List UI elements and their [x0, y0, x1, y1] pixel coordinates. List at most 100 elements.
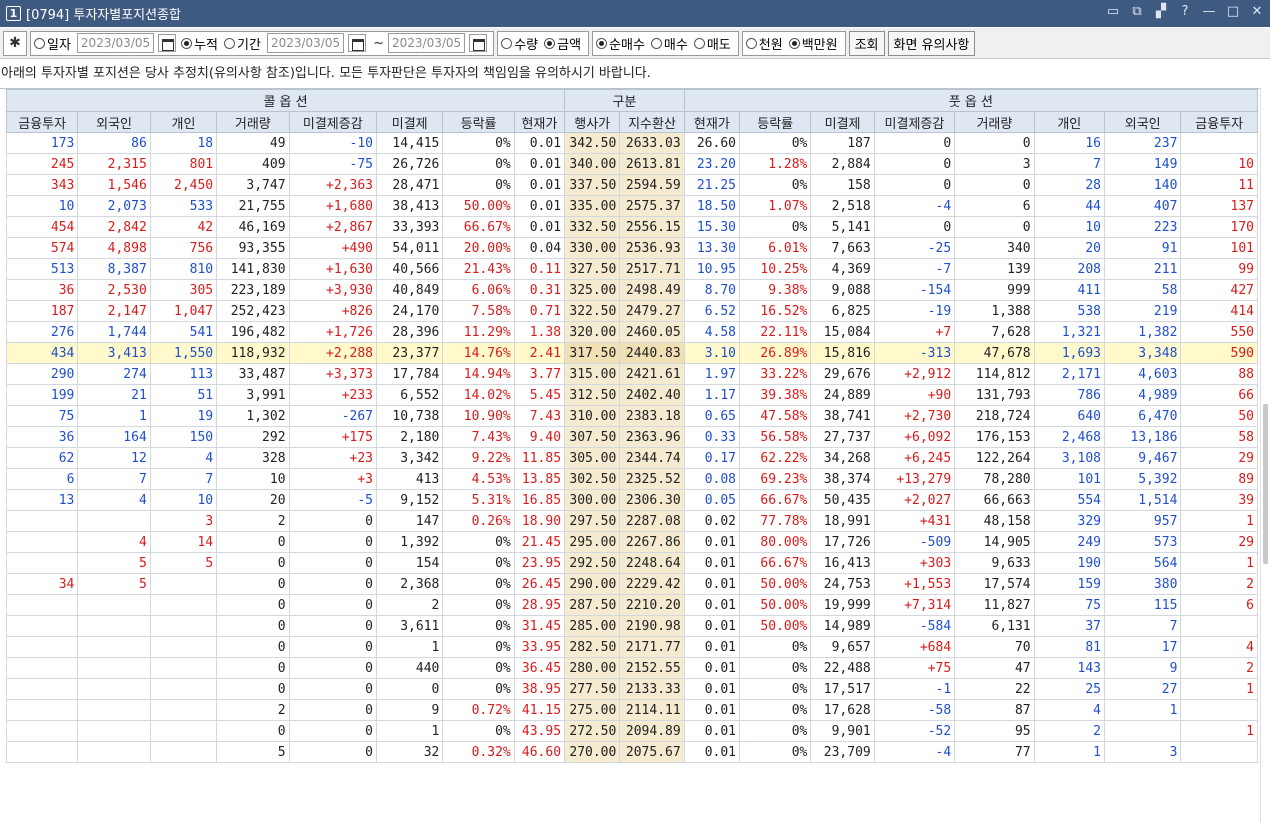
column-header[interactable]: 등락률: [442, 111, 515, 133]
table-row[interactable]: 0 0 2 0% 28.95 287.50 2210.20 0.01 50.00% 19,999 +…: [5, 594, 1258, 616]
radio-net-buy[interactable]: 순매수: [596, 34, 645, 53]
column-header[interactable]: 금융투자: [5, 111, 79, 133]
table-row[interactable]: 0 0 1 0% 43.95 272.50 2094.89 0.01 0% 9,901 -52 95 2…: [5, 720, 1258, 742]
column-header[interactable]: 현재가: [683, 111, 741, 133]
table-cell: -313: [873, 342, 956, 364]
column-header[interactable]: 금융투자: [1180, 111, 1258, 133]
radio-thousand-won[interactable]: 천원: [745, 34, 783, 53]
table-row[interactable]: 62 12 4 328 +23 3,342 9.22% 11.85 305.00 2344.74 0…: [5, 447, 1258, 469]
column-header[interactable]: 거래량: [216, 111, 290, 133]
table-row[interactable]: 10 2,073 533 21,755 +1,680 38,413 50.00% 0.01 33…: [5, 195, 1258, 217]
table-row[interactable]: 0 0 440 0% 36.45 280.00 2152.55 0.01 0% 22,488 +75…: [5, 657, 1258, 679]
table-row[interactable]: 290 274 113 33,487 +3,373 17,784 14.94% 3.77 315…: [5, 363, 1258, 385]
table-row[interactable]: 199 21 51 3,991 +233 6,552 14.02% 5.45 312.50 240…: [5, 384, 1258, 406]
table-cell: 2190.98: [619, 615, 685, 637]
minimize-icon[interactable]: —: [1202, 4, 1216, 19]
column-header[interactable]: 등락률: [738, 111, 812, 133]
table-row[interactable]: 343 1,546 2,450 3,747 +2,363 28,471 0% 0.01 337.…: [5, 174, 1258, 196]
column-header[interactable]: 미결제: [375, 111, 444, 133]
calendar-from-icon[interactable]: [348, 34, 367, 52]
table-row[interactable]: 454 2,842 42 46,169 +2,867 33,393 66.67% 0.01 33…: [5, 216, 1258, 238]
column-header[interactable]: 외국인: [1103, 111, 1182, 133]
radio-buy[interactable]: 매수: [650, 34, 688, 53]
date-field-single[interactable]: 2023/03/05: [76, 33, 155, 53]
table-cell: 93,355: [216, 237, 290, 259]
maximize-icon[interactable]: □: [1226, 4, 1240, 19]
vertical-scrollbar[interactable]: [1260, 88, 1270, 822]
table-row[interactable]: 36 2,530 305 223,189 +3,930 40,849 6.06% 0.31 32…: [5, 279, 1258, 301]
toolbar: ✱ 일자 2023/03/05 누적 기간 2023/03/05 ~ 2023/…: [0, 28, 1270, 59]
column-header[interactable]: 현재가: [513, 111, 566, 133]
radio-amount[interactable]: 금액: [544, 34, 581, 53]
table-row[interactable]: 574 4,898 756 93,355 +490 54,011 20.00% 0.04 330…: [5, 237, 1258, 259]
restore-icon[interactable]: ▭: [1106, 4, 1120, 19]
table-cell: 2094.89: [619, 720, 685, 742]
table-row[interactable]: 276 1,744 541 196,482 +1,726 28,396 11.29% 1.38…: [5, 321, 1258, 343]
table-row[interactable]: 187 2,147 1,047 252,423 +826 24,170 7.58% 0.71 3…: [5, 300, 1258, 322]
column-header[interactable]: 지수환산: [619, 111, 685, 133]
pin-icon[interactable]: ▞: [1154, 4, 1168, 19]
column-header[interactable]: 미결제증감: [873, 111, 956, 133]
table-row[interactable]: 173 86 18 49 -10 14,415 0% 0.01 342.50 2633.03 26.…: [5, 132, 1258, 154]
table-row[interactable]: 0 0 3,611 0% 31.45 285.00 2190.98 0.01 50.00% 14,…: [5, 615, 1258, 637]
column-header[interactable]: 개인: [1033, 111, 1105, 133]
calendar-icon[interactable]: [158, 34, 177, 52]
table-row[interactable]: 75 1 19 1,302 -267 10,738 10.90% 7.43 310.00 2383…: [5, 405, 1258, 427]
close-icon[interactable]: ✕: [1250, 4, 1264, 19]
radio-cumulative[interactable]: 누적: [181, 34, 218, 53]
query-button[interactable]: 조회: [848, 30, 885, 56]
table-cell: 43.95: [513, 720, 566, 742]
radio-million-won[interactable]: 백만원: [788, 34, 838, 53]
table-row[interactable]: 0 0 0 0% 38.95 277.50 2133.33 0.01 0% 17,517 -1 22 2…: [5, 678, 1258, 700]
table-row[interactable]: 0 0 1 0% 33.95 282.50 2171.77 0.01 0% 9,657 +684 70…: [5, 636, 1258, 658]
table-cell: 2114.11: [619, 699, 685, 721]
radio-label-sell: 매도: [706, 37, 731, 53]
radio-sell[interactable]: 매도: [693, 34, 731, 53]
calendar-to-icon[interactable]: [469, 34, 488, 52]
table-cell: 69.23%: [738, 468, 812, 490]
table-cell: 297.50: [564, 510, 621, 532]
date-field-to[interactable]: 2023/03/05: [388, 33, 466, 53]
table-cell: +6,092: [873, 426, 956, 448]
table-row[interactable]: 6 7 7 10 +3 413 4.53% 13.85 302.50 2325.52 0.08 69.…: [5, 468, 1258, 490]
table-row[interactable]: 4 14 0 0 1,392 0% 21.45 295.00 2267.86 0.01 80.00%…: [5, 531, 1258, 553]
table-cell: 0.32%: [442, 741, 515, 763]
copy-window-icon[interactable]: ⧉: [1130, 4, 1144, 19]
table-cell: 38,741: [810, 405, 875, 427]
help-icon[interactable]: ?: [1178, 4, 1192, 19]
column-header[interactable]: 미결제증감: [288, 111, 378, 133]
table-cell: 2: [1180, 573, 1258, 595]
table-cell: 28: [1033, 174, 1105, 196]
table-row[interactable]: 245 2,315 801 409 -75 26,726 0% 0.01 340.00 2613.…: [5, 153, 1258, 175]
column-header[interactable]: 외국인: [77, 111, 151, 133]
radio-quantity[interactable]: 수량: [501, 34, 538, 53]
screen-notice-button[interactable]: 화면 유의사항: [887, 30, 976, 56]
table-cell: 10.25%: [738, 258, 812, 280]
table-cell: 1,514: [1103, 489, 1182, 511]
table-row[interactable]: 434 3,413 1,550 118,932 +2,288 23,377 14.76% 2.…: [5, 342, 1258, 364]
date-field-from[interactable]: 2023/03/05: [266, 33, 345, 53]
scrollbar-thumb[interactable]: [1263, 404, 1268, 564]
table-cell: 6.06%: [442, 279, 515, 301]
table-row[interactable]: 34 5 0 0 2,368 0% 26.45 290.00 2229.42 0.01 50.00%…: [5, 573, 1258, 595]
table-row[interactable]: 3 2 0 147 0.26% 18.90 297.50 2287.08 0.02 77.78% 1…: [5, 510, 1258, 532]
settings-gear-icon[interactable]: ✱: [3, 30, 27, 56]
column-header[interactable]: 거래량: [954, 111, 1035, 133]
table-row[interactable]: 36 164 150 292 +175 2,180 7.43% 9.40 307.50 2363.…: [5, 426, 1258, 448]
disclaimer-text: 아래의 투자자별 포지션은 당사 추정치(유의사항 참조)입니다. 모든 투자판…: [1, 66, 651, 81]
table-row[interactable]: 2 0 9 0.72% 41.15 275.00 2114.11 0.01 0% 17,628 -5…: [5, 699, 1258, 721]
table-cell: 2440.83: [619, 342, 685, 364]
table-cell: -154: [873, 279, 956, 301]
table-row[interactable]: 513 8,387 810 141,830 +1,630 40,566 21.43% 0.11…: [5, 258, 1258, 280]
column-header[interactable]: 행사가: [564, 111, 621, 133]
column-header[interactable]: 미결제: [810, 111, 875, 133]
radio-period[interactable]: 기간: [224, 34, 261, 53]
table-cell: 2306.30: [619, 489, 685, 511]
radio-daily[interactable]: 일자: [34, 34, 71, 53]
table-cell: 34,268: [810, 447, 875, 469]
table-cell: 0%: [738, 132, 812, 154]
column-header[interactable]: 개인: [149, 111, 218, 133]
table-row[interactable]: 5 0 32 0.32% 46.60 270.00 2075.67 0.01 0% 23,709-…: [5, 741, 1258, 763]
table-row[interactable]: 5 5 0 0 154 0% 23.95 292.50 2248.64 0.01 66.67% 16,…: [5, 552, 1258, 574]
table-row[interactable]: 13 4 10 20 -5 9,152 5.31% 16.85 300.00 2306.30 0.0…: [5, 489, 1258, 511]
